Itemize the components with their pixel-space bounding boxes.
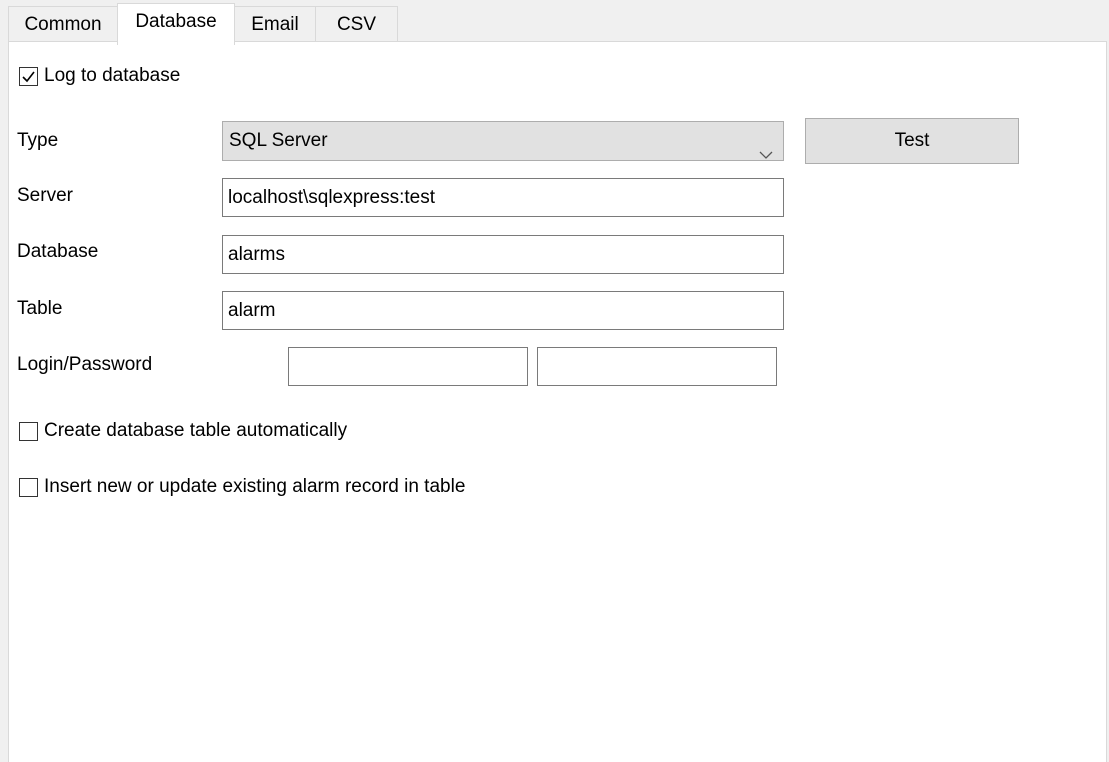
checkbox-checked-icon — [19, 66, 38, 86]
create-table-checkbox[interactable]: Create database table automatically — [19, 420, 347, 442]
checkbox-unchecked-icon — [19, 421, 38, 441]
server-input-value: localhost\sqlexpress:test — [228, 187, 435, 208]
tab-database[interactable]: Database — [117, 3, 235, 45]
database-input[interactable]: alarms — [222, 235, 784, 274]
tab-common-label: Common — [24, 14, 102, 35]
table-input-value: alarm — [228, 300, 276, 321]
insert-update-checkbox[interactable]: Insert new or update existing alarm reco… — [19, 476, 465, 498]
tab-database-label: Database — [135, 11, 217, 32]
server-label: Server — [17, 185, 73, 206]
database-input-value: alarms — [228, 244, 286, 265]
log-to-database-label: Log to database — [44, 65, 181, 86]
table-input[interactable]: alarm — [222, 291, 784, 330]
database-label: Database — [17, 241, 99, 262]
checkbox-unchecked-icon — [19, 477, 38, 497]
insert-update-label: Insert new or update existing alarm reco… — [44, 476, 466, 497]
server-input[interactable]: localhost\sqlexpress:test — [222, 178, 784, 217]
type-select-value: SQL Server — [229, 130, 328, 151]
log-to-database-checkbox[interactable]: Log to database — [19, 65, 180, 87]
tab-common[interactable]: Common — [8, 6, 118, 44]
table-label: Table — [17, 298, 63, 319]
tab-csv-label: CSV — [336, 14, 377, 35]
options-window: Common Database Email CSV Log to databas… — [0, 0, 1109, 762]
login-password-label: Login/Password — [17, 354, 153, 375]
database-tab-panel: Log to database Type SQL Server Test Ser… — [8, 41, 1107, 762]
chevron-down-icon — [759, 136, 773, 174]
test-button[interactable]: Test — [805, 118, 1019, 164]
test-button-label: Test — [894, 130, 930, 151]
create-table-label: Create database table automatically — [44, 420, 348, 441]
type-label: Type — [17, 130, 59, 151]
tab-email[interactable]: Email — [234, 6, 316, 44]
login-input[interactable] — [288, 347, 528, 386]
type-select[interactable]: SQL Server — [222, 121, 784, 161]
tab-email-label: Email — [251, 14, 299, 35]
password-input[interactable] — [537, 347, 777, 386]
tab-csv[interactable]: CSV — [315, 6, 398, 44]
